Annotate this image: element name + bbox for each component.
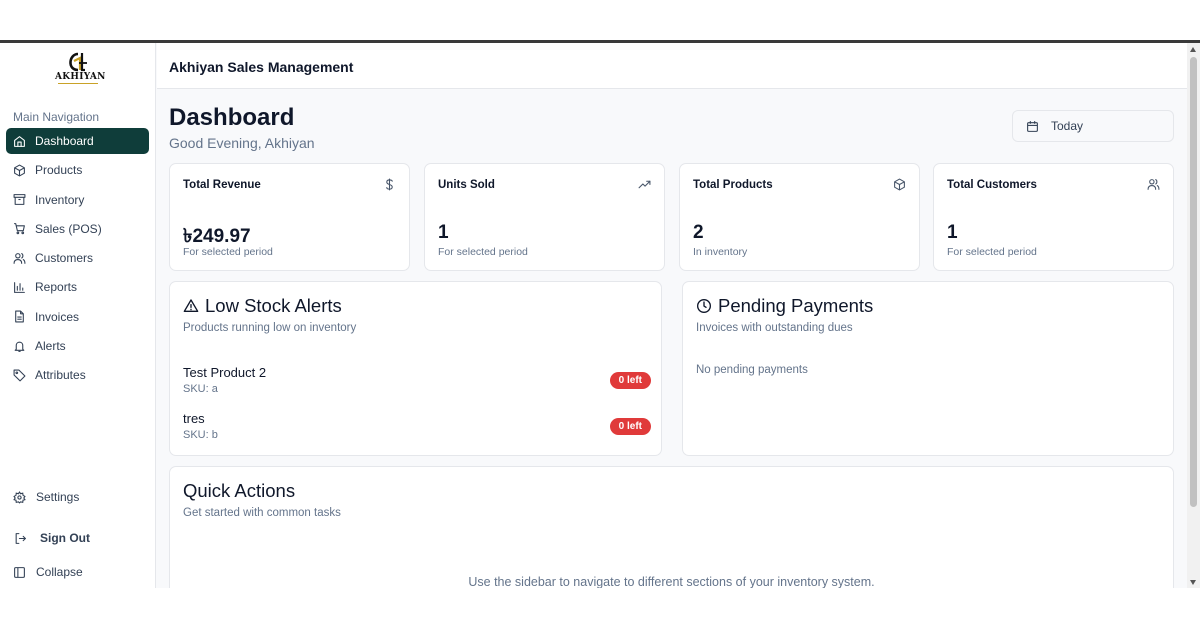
quick-actions-title: Quick Actions (183, 480, 296, 501)
quick-actions-hint: Use the sidebar to navigate to different… (468, 575, 875, 588)
scroll-down-arrow-icon[interactable] (1190, 580, 1196, 585)
pending-payments-card: Pending Payments Invoices with outstandi… (682, 281, 1174, 456)
stat-card-total-customers: Total Customers 1 For selected period (933, 163, 1174, 271)
stat-subtitle: In inventory (693, 246, 748, 258)
sidebar-item-label: Invoices (35, 309, 80, 324)
stat-value: 1 (947, 222, 958, 243)
collapse-label: Collapse (36, 565, 83, 579)
pending-payments-title: Pending Payments (718, 295, 874, 316)
stat-value: 2 (693, 222, 704, 243)
file-icon (15, 310, 24, 323)
panel-title: Low Stock Alerts (183, 295, 342, 317)
stat-label: Total Products (693, 179, 773, 191)
panel-title: Pending Payments (696, 295, 873, 317)
nav-heading: Main Navigation (13, 110, 100, 124)
page-title: Dashboard (169, 104, 295, 131)
scroll-up-arrow-icon[interactable] (1190, 47, 1196, 52)
sidebar-item-label: Reports (35, 280, 78, 295)
stat-card-total-products: Total Products 2 In inventory (679, 163, 920, 271)
list-item[interactable]: Test Product 2 SKU: a 0 left (183, 365, 651, 399)
app-title: Akhiyan Sales Management (169, 59, 354, 75)
users-icon (13, 252, 26, 264)
tag-icon (13, 369, 26, 382)
dollar-icon (386, 178, 393, 191)
stat-label: Units Sold (438, 179, 495, 191)
collapse-button[interactable]: Collapse (13, 565, 83, 579)
logo-underline (58, 83, 98, 84)
stat-subtitle: For selected period (438, 246, 528, 258)
list-item[interactable]: tres SKU: b 0 left (183, 411, 651, 445)
low-stock-description: Products running low on inventory (183, 322, 357, 334)
clock-icon (697, 299, 711, 313)
home-icon (14, 135, 25, 147)
calendar-icon (1027, 120, 1038, 132)
stat-subtitle: For selected period (947, 246, 1037, 258)
log-out-icon (15, 532, 26, 544)
package-icon (14, 164, 25, 177)
main-navigation: Dashboard Products Inventory Sales (POS)… (6, 128, 149, 392)
scrollbar-thumb[interactable] (1190, 57, 1197, 507)
quick-actions-description: Get started with common tasks (183, 507, 341, 519)
product-name: Test Product 2 (183, 365, 267, 380)
panel-left-icon (14, 566, 25, 578)
settings-button[interactable]: Settings (13, 490, 79, 504)
users-icon (1147, 179, 1160, 190)
sidebar-item-label: Sales (POS) (35, 221, 102, 236)
sidebar-item-attributes[interactable]: Attributes (6, 362, 149, 388)
sidebar-item-inventory[interactable]: Inventory (6, 187, 149, 213)
product-sku: SKU: b (183, 429, 218, 441)
sidebar-item-label: Inventory (35, 192, 85, 207)
sidebar-item-sales-pos[interactable]: Sales (POS) (6, 216, 149, 242)
trending-up-icon (638, 180, 651, 189)
pending-payments-description: Invoices with outstanding dues (696, 322, 853, 334)
bell-icon (14, 341, 25, 352)
app-window: AKHIYAN Main Navigation Dashboard Produc… (0, 40, 1200, 588)
settings-label: Settings (36, 490, 80, 504)
sidebar: AKHIYAN Main Navigation Dashboard Produc… (0, 43, 156, 588)
archive-icon (13, 194, 26, 206)
stat-label: Total Customers (947, 179, 1037, 191)
quick-actions-card: Quick Actions Get started with common ta… (169, 466, 1174, 588)
stat-value: 1 (438, 222, 449, 243)
sidebar-item-label: Customers (35, 251, 94, 266)
empty-state-text: No pending payments (696, 364, 808, 376)
stock-badge: 0 left (609, 418, 651, 435)
top-bar: Akhiyan Sales Management (157, 43, 1187, 89)
sidebar-item-dashboard[interactable]: Dashboard (6, 128, 149, 154)
greeting-text: Good Evening, Akhiyan (169, 135, 315, 151)
cart-icon (14, 223, 25, 235)
logo-text: AKHIYAN (55, 72, 106, 82)
low-stock-alerts-card: Low Stock Alerts Products running low on… (169, 281, 662, 456)
sidebar-item-label: Attributes (35, 368, 86, 383)
product-sku: SKU: a (183, 383, 218, 395)
stat-subtitle: For selected period (183, 246, 273, 258)
stat-card-units-sold: Units Sold 1 For selected period (424, 163, 665, 271)
sidebar-item-label: Products (35, 163, 83, 178)
stock-badge: 0 left (609, 372, 651, 389)
vertical-scrollbar[interactable] (1187, 43, 1200, 588)
sidebar-item-products[interactable]: Products (6, 157, 149, 183)
date-filter-label: Today (1051, 119, 1084, 133)
sidebar-item-invoices[interactable]: Invoices (6, 304, 149, 330)
warning-triangle-icon (183, 299, 199, 312)
sidebar-item-label: Alerts (35, 339, 66, 354)
gear-icon (13, 490, 26, 504)
box-icon (894, 178, 905, 191)
logo-mark-icon (69, 52, 87, 72)
sign-out-label: Sign Out (40, 531, 90, 545)
stat-label: Total Revenue (183, 179, 261, 191)
sidebar-item-label: Dashboard (35, 134, 94, 148)
stat-card-total-revenue: Total Revenue ৳249.97 For selected perio… (169, 163, 410, 271)
bar-chart-icon (14, 282, 25, 293)
sidebar-item-reports[interactable]: Reports (6, 274, 149, 300)
brand-logo[interactable]: AKHIYAN (55, 51, 106, 87)
sidebar-item-alerts[interactable]: Alerts (6, 333, 149, 359)
date-filter-button[interactable]: Today (1012, 110, 1174, 142)
sidebar-item-customers[interactable]: Customers (6, 245, 149, 271)
product-name: tres (183, 411, 205, 426)
low-stock-title: Low Stock Alerts (205, 295, 342, 316)
sign-out-button[interactable]: Sign Out (14, 531, 90, 545)
